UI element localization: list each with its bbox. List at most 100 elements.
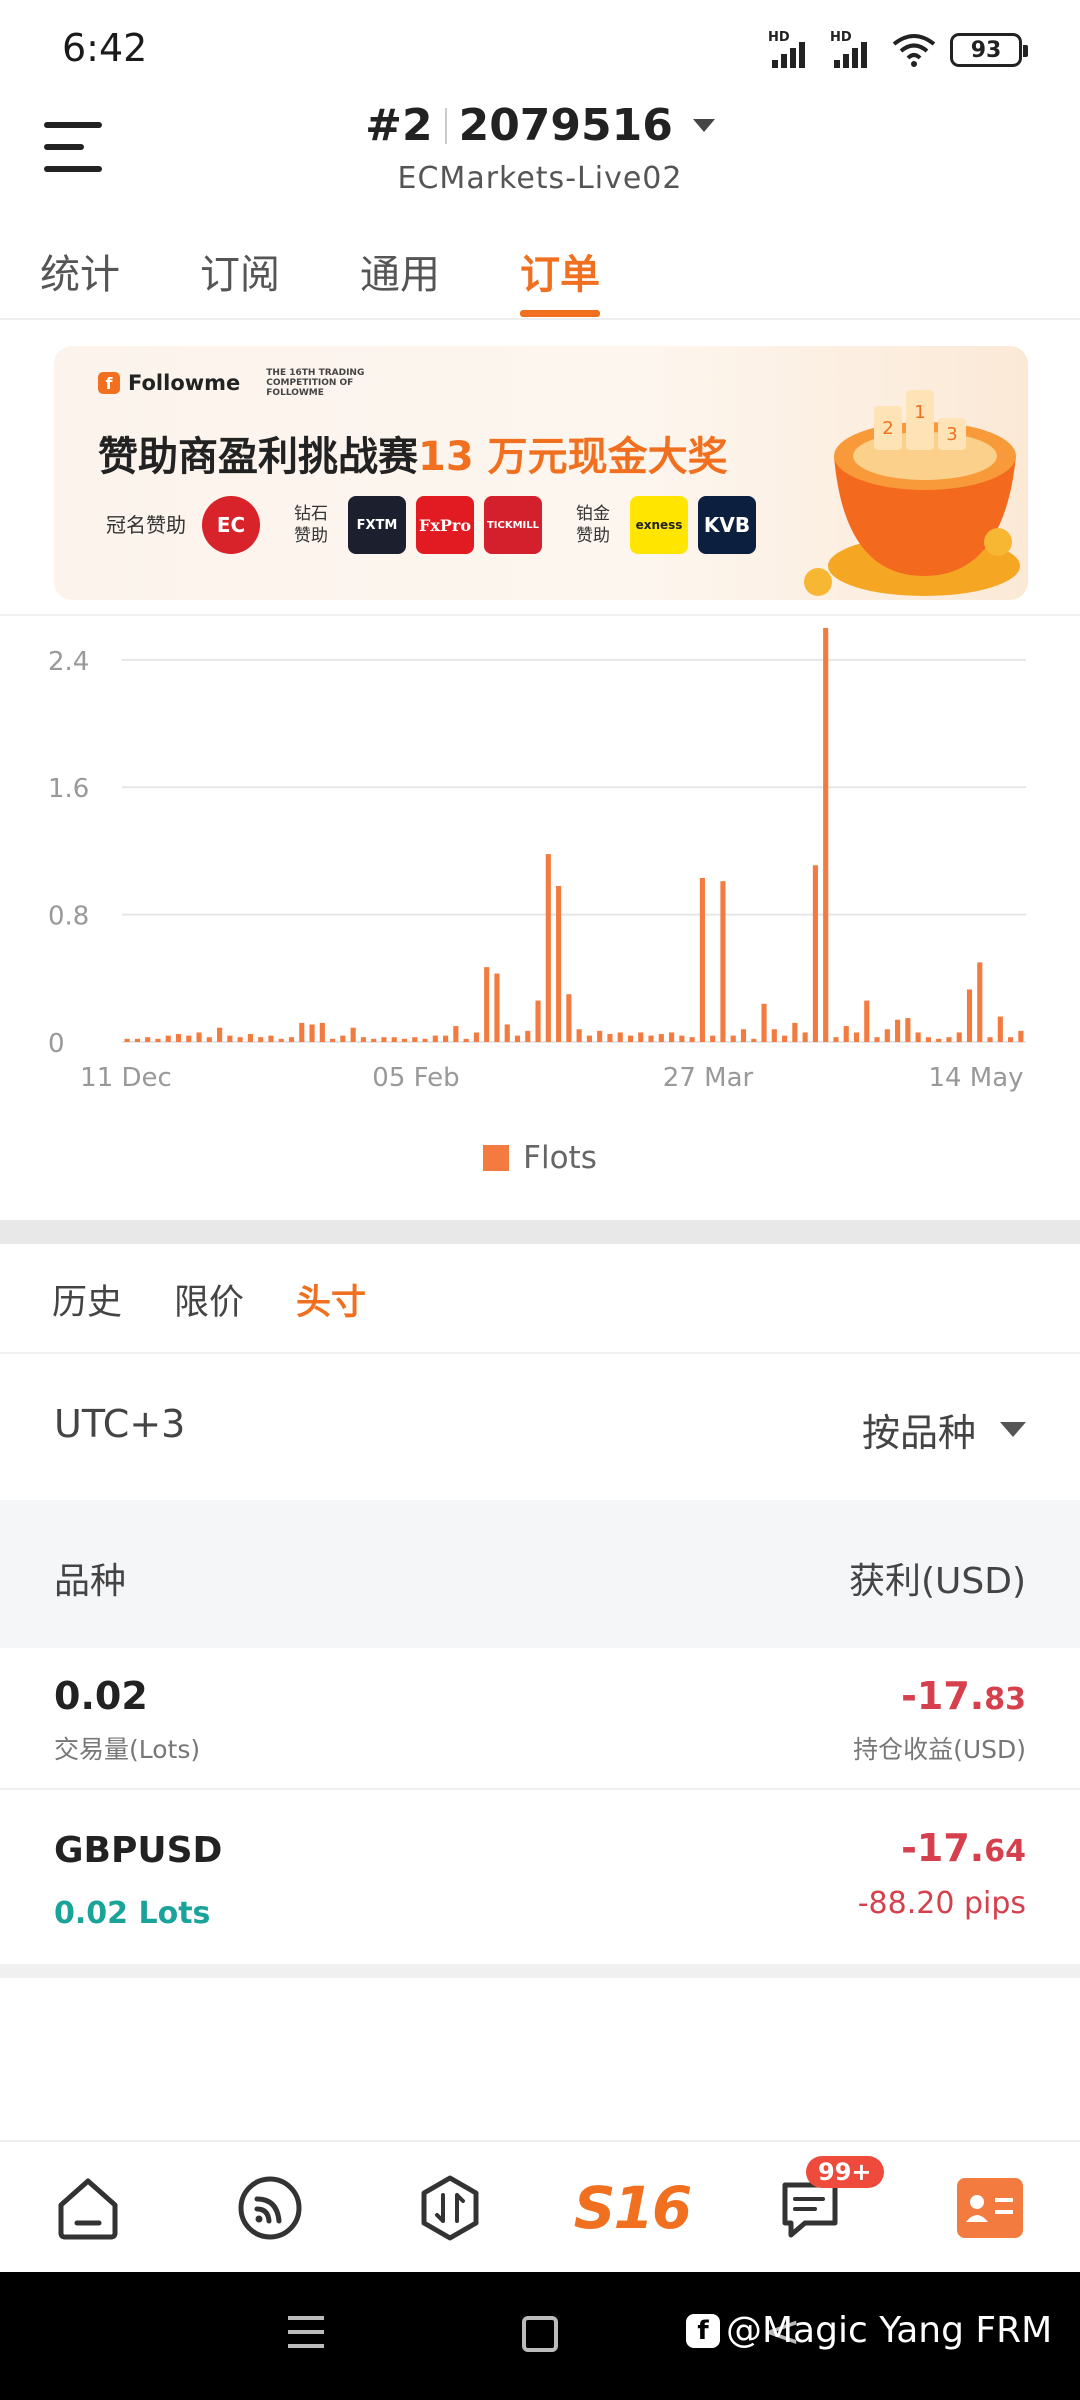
signal-icon: HD (830, 30, 878, 70)
position-profit: -17.64 (901, 1826, 1026, 1870)
chart-bar (812, 865, 818, 1042)
chart-bar (597, 1030, 603, 1042)
divider (444, 107, 447, 144)
chart-bar (874, 1037, 880, 1042)
filter-label: 按品种 (861, 1411, 976, 1455)
symbol-filter-dropdown[interactable]: 按品种 (862, 1402, 1026, 1457)
bottom-nav: S16 (0, 2140, 1080, 2272)
chart-bar (823, 628, 829, 1042)
trophy-digit: 2 (882, 418, 893, 439)
exness-logo: exness (630, 496, 688, 554)
banner-title-main: 赞助商盈利挑战赛 (98, 434, 418, 480)
chart-bar (761, 1003, 767, 1042)
chart-bar (412, 1037, 418, 1042)
chart-bar (792, 1022, 798, 1042)
chart-bar (196, 1032, 202, 1042)
chart-bar (453, 1026, 459, 1042)
chart-bar (299, 1022, 305, 1042)
recent-apps-icon[interactable] (288, 2316, 324, 2348)
banner-logo: f Followme THE 16TH TRADING COMPETITION … (98, 368, 386, 398)
chart-bar (319, 1022, 325, 1042)
tab-general[interactable]: 通用 (360, 242, 440, 300)
x-tick-label: 27 Mar (663, 1063, 754, 1093)
chart-bar (627, 1035, 634, 1042)
server-name: ECMarkets-Live02 (397, 161, 683, 196)
status-time: 6:42 (62, 26, 148, 70)
legend-swatch (483, 1145, 510, 1171)
chart-bar (247, 1034, 253, 1042)
chart-bar (288, 1037, 295, 1042)
chart-bar (987, 1037, 993, 1042)
wifi-icon (892, 34, 936, 67)
chart-bar (340, 1035, 346, 1042)
tab-limit[interactable]: 限价 (174, 1274, 244, 1325)
watermark: f @Magic Yang FRM (686, 2310, 1052, 2351)
tab-subscribe[interactable]: 订阅 (200, 242, 280, 300)
chart-bar (915, 1032, 921, 1042)
x-tick-label: 05 Feb (372, 1063, 459, 1093)
chart-bar (391, 1037, 397, 1042)
chart-bar (432, 1035, 438, 1042)
profile-icon[interactable] (950, 2168, 1030, 2248)
fxpro-logo: FxPro (416, 496, 474, 554)
chevron-down-icon (692, 119, 715, 132)
s16-label: S16 (573, 2174, 692, 2242)
s16-competition-tab[interactable]: S16 (572, 2168, 692, 2248)
chart-bar (751, 1038, 757, 1042)
followme-icon: f (98, 372, 120, 394)
banner-brand: Followme (128, 371, 241, 395)
chart-bar (740, 1029, 747, 1042)
status-bar: 6:42 HD HD 93 (0, 0, 1080, 92)
promo-banner[interactable]: f Followme THE 16TH TRADING COMPETITION … (54, 346, 1028, 600)
banner-title: 赞助商盈利挑战赛13 万元现金大奖 (98, 424, 728, 482)
filter-row: UTC+3 按品种 (0, 1356, 1080, 1500)
legend-label: Flots (523, 1140, 597, 1176)
account-selector[interactable]: #2 2079516 ECMarkets-Live02 (0, 100, 1080, 196)
total-volume: 0.02 (54, 1674, 148, 1718)
app-header: #2 2079516 ECMarkets-Live02 (0, 92, 1080, 212)
chart-bar (155, 1038, 161, 1042)
column-profit: 获利(USD) (848, 1561, 1026, 1602)
y-tick-label: 1.6 (48, 774, 89, 804)
y-tick-label: 0.8 (48, 902, 89, 932)
chart-bar (124, 1038, 130, 1042)
volume-label: 交易量(Lots) (54, 1735, 201, 1764)
tab-positions[interactable]: 头寸 (296, 1274, 366, 1325)
position-lots: 0.02 Lots (54, 1896, 211, 1931)
chart-bar (268, 1035, 274, 1042)
chart-legend: Flots (0, 1140, 1080, 1176)
table-header: 品种 获利(USD) (0, 1500, 1080, 1648)
trophy-digit: 1 (914, 402, 925, 423)
chart-bar (576, 1029, 582, 1042)
chart-bar (504, 1024, 510, 1042)
chart-bar (217, 1027, 223, 1042)
chart-bar (730, 1035, 736, 1042)
chart-bar (381, 1037, 387, 1042)
chart-bar (946, 1037, 952, 1042)
chart-bar (586, 1035, 592, 1042)
chart-bar (443, 1035, 449, 1042)
chart-bar (401, 1038, 408, 1042)
chart-bar (699, 877, 705, 1042)
tab-history[interactable]: 历史 (52, 1274, 122, 1325)
home-icon[interactable] (48, 2168, 128, 2248)
chart-bar (175, 1034, 182, 1042)
chart-bar (607, 1034, 613, 1042)
chart-bar (658, 1034, 664, 1042)
active-tab-indicator (520, 310, 600, 317)
fxtm-logo: FXTM (348, 496, 406, 554)
feed-icon[interactable] (230, 2168, 310, 2248)
total-profit: -17.83 (901, 1674, 1026, 1718)
tab-stats[interactable]: 统计 (40, 242, 120, 300)
chart-bar (525, 1030, 531, 1042)
chart-bar (956, 1032, 962, 1042)
position-row[interactable]: GBPUSD 0.02 Lots -17.64 -88.20 pips (0, 1792, 1080, 1964)
y-tick-label: 2.4 (48, 647, 89, 677)
kvb-logo: KVB (698, 496, 756, 554)
trade-icon[interactable] (410, 2168, 490, 2248)
title-sponsor-label: 冠名赞助 (106, 513, 186, 537)
banner-competition: THE 16TH TRADING COMPETITION OF FOLLOWME (266, 368, 365, 398)
chart-bar (679, 1035, 685, 1042)
home-button-icon[interactable] (522, 2316, 558, 2352)
tab-orders[interactable]: 订单 (520, 242, 600, 300)
